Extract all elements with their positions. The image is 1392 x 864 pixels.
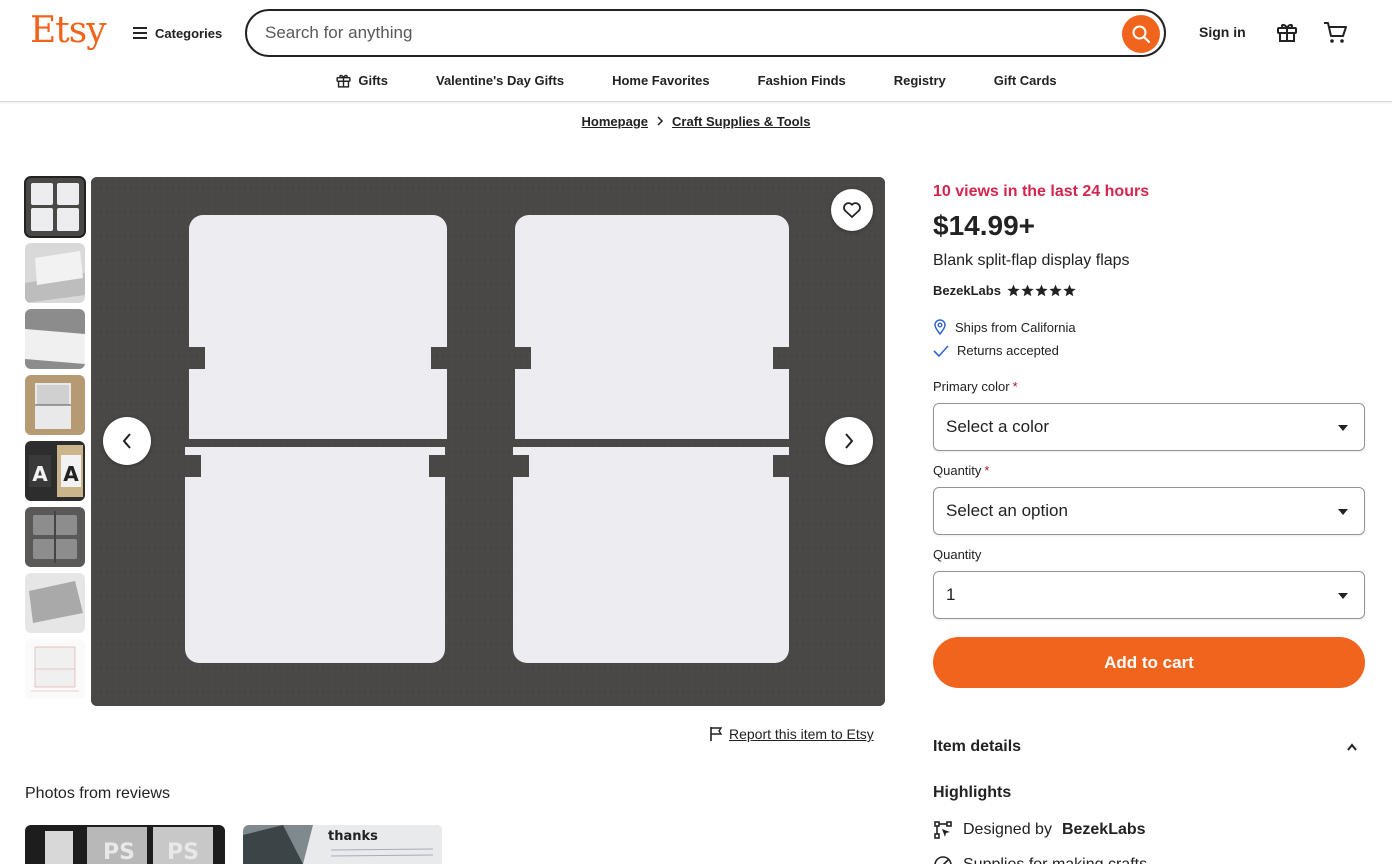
thumbnail-8[interactable]	[25, 639, 85, 699]
star-icon	[1035, 284, 1048, 297]
breadcrumb-craft-supplies[interactable]: Craft Supplies & Tools	[672, 114, 810, 129]
heart-icon	[843, 202, 861, 218]
shop-info: BezekLabs	[933, 283, 1076, 298]
primary-color-label: Primary color *	[933, 379, 1018, 394]
caret-down-icon	[1338, 509, 1348, 515]
search-bar	[245, 9, 1166, 57]
ships-from-row: Ships from California	[933, 319, 1076, 335]
subnav-valentines[interactable]: Valentine's Day Gifts	[412, 68, 588, 92]
caret-down-icon	[1338, 593, 1348, 599]
subnav-home-favorites[interactable]: Home Favorites	[588, 68, 734, 92]
thumbnail-6[interactable]	[25, 507, 85, 567]
primary-color-value: Select a color	[946, 417, 1049, 436]
designer-icon	[934, 821, 952, 839]
sub-navigation: Gifts Valentine's Day Gifts Home Favorit…	[0, 68, 1392, 92]
returns-text: Returns accepted	[957, 343, 1059, 358]
review-photo-2[interactable]: thanks	[243, 825, 442, 864]
chevron-right-icon	[845, 433, 854, 449]
craft-supplies-icon	[934, 856, 952, 864]
star-icon	[1021, 284, 1034, 297]
next-image-button[interactable]	[825, 417, 873, 465]
highlights-title: Highlights	[933, 784, 1012, 801]
svg-text:PS: PS	[167, 840, 199, 864]
quantity-option-value: Select an option	[946, 501, 1068, 520]
add-to-cart-button[interactable]: Add to cart	[933, 637, 1365, 688]
svg-text:PS: PS	[103, 840, 135, 864]
chevron-up-icon	[1347, 743, 1357, 751]
thumbnail-list: A A	[24, 176, 86, 705]
quantity-value: 1	[946, 585, 956, 604]
thumbnail-5[interactable]: A A	[25, 441, 85, 501]
etsy-logo[interactable]: Etsy	[30, 10, 107, 51]
supplies-text: Supplies for making crafts	[963, 856, 1147, 864]
favorite-button[interactable]	[831, 189, 873, 231]
star-icon	[1049, 284, 1062, 297]
categories-label: Categories	[155, 25, 223, 41]
reviews-photos-title: Photos from reviews	[25, 785, 170, 802]
svg-text:A: A	[32, 462, 48, 486]
item-details-toggle[interactable]: Item details	[933, 738, 1365, 756]
hamburger-icon	[133, 27, 147, 39]
report-item-link[interactable]: Report this item to Etsy	[709, 726, 874, 742]
subnav-gifts[interactable]: Gifts	[311, 68, 412, 92]
thumbnail-4[interactable]	[25, 375, 85, 435]
thumbnail-3[interactable]	[25, 309, 85, 369]
thumbnail-2[interactable]	[25, 243, 85, 303]
sign-in-link[interactable]: Sign in	[1199, 24, 1246, 40]
thumbnail-1[interactable]	[24, 176, 86, 238]
review-photo-2-caption: thanks	[328, 829, 378, 844]
previous-image-button[interactable]	[103, 417, 151, 465]
location-pin-icon	[934, 319, 946, 335]
thumbnail-7[interactable]	[25, 573, 85, 633]
subnav-fashion-finds[interactable]: Fashion Finds	[734, 68, 870, 92]
quantity-option-select[interactable]: Select an option	[933, 487, 1365, 535]
star-icon	[1007, 284, 1020, 297]
review-photo-1[interactable]: PS PS	[25, 825, 225, 864]
returns-row: Returns accepted	[933, 343, 1059, 358]
breadcrumb-homepage[interactable]: Homepage	[582, 114, 648, 129]
search-button[interactable]	[1122, 15, 1160, 53]
ships-from-text: Ships from California	[955, 319, 1076, 335]
supplies-row: Supplies for making crafts	[933, 855, 1147, 864]
product-main-image[interactable]	[91, 177, 885, 706]
star-icon	[1063, 284, 1076, 297]
shop-name-link[interactable]: BezekLabs	[933, 283, 1001, 298]
report-item-label: Report this item to Etsy	[729, 726, 874, 742]
quantity-option-label: Quantity *	[933, 463, 990, 478]
search-icon	[1132, 25, 1151, 44]
designed-by-shop[interactable]: BezekLabs	[1062, 821, 1146, 839]
checkmark-icon	[933, 344, 949, 357]
designed-by-prefix: Designed by	[963, 821, 1052, 838]
chevron-left-icon	[122, 433, 131, 449]
flag-icon	[710, 727, 723, 741]
subnav-registry[interactable]: Registry	[870, 68, 970, 92]
rating-stars	[1007, 284, 1076, 297]
svg-text:A: A	[63, 462, 79, 486]
quantity-select[interactable]: 1	[933, 571, 1365, 619]
chevron-right-icon	[656, 114, 664, 129]
subnav-gift-cards[interactable]: Gift Cards	[970, 68, 1081, 92]
search-input[interactable]	[265, 20, 1105, 46]
categories-button[interactable]: Categories	[133, 22, 222, 44]
designed-by-row: Designed by BezekLabs	[933, 820, 1146, 840]
gift-icon	[336, 74, 351, 88]
site-header: Etsy Categories Sign in	[0, 0, 1392, 102]
primary-color-select[interactable]: Select a color	[933, 403, 1365, 451]
product-price: $14.99+	[933, 210, 1035, 241]
product-title: Blank split-flap display flaps	[933, 252, 1130, 269]
cart-icon[interactable]	[1322, 20, 1348, 44]
quantity-label: Quantity	[933, 547, 982, 562]
caret-down-icon	[1338, 425, 1348, 431]
views-notice: 10 views in the last 24 hours	[933, 183, 1150, 200]
item-details-title: Item details	[933, 738, 1022, 755]
gift-icon[interactable]	[1275, 20, 1299, 44]
breadcrumb: Homepage Craft Supplies & Tools	[0, 114, 1392, 129]
